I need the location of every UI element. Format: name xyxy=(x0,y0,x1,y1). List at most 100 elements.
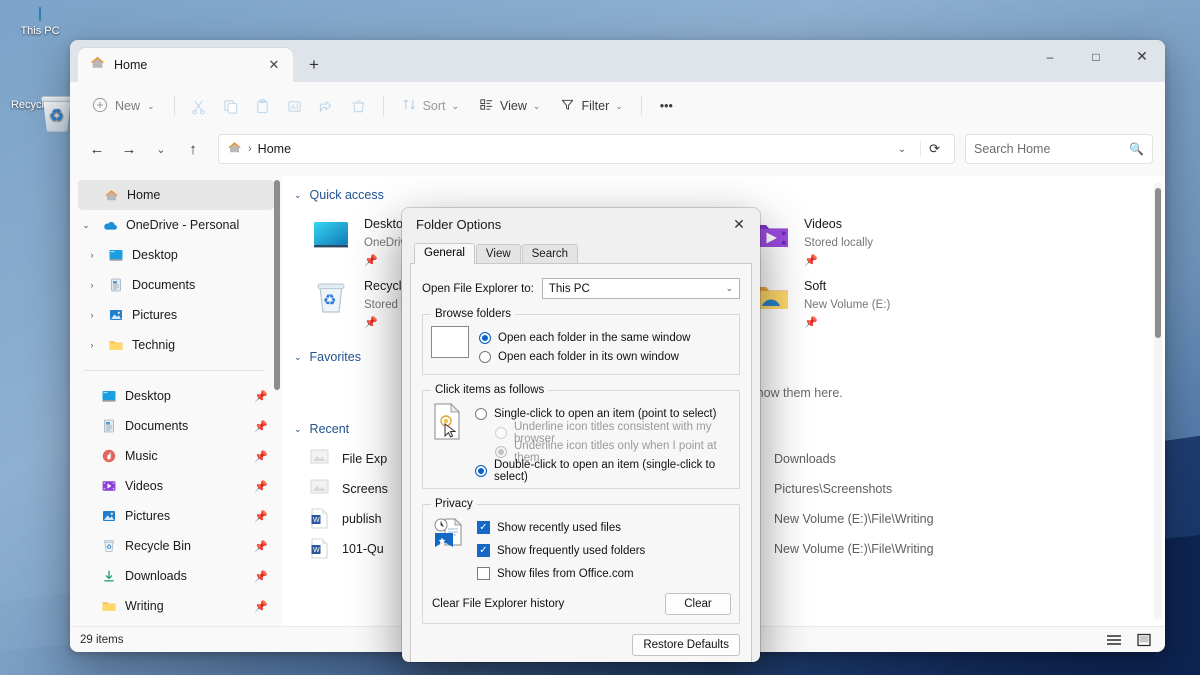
chevron-down-icon: ⌄ xyxy=(451,100,460,111)
sidebar-item-onedrive[interactable]: ⌄ OneDrive - Personal xyxy=(70,210,282,240)
option-label: Open each folder in its own window xyxy=(498,350,679,363)
sidebar-scrollbar-thumb[interactable] xyxy=(274,180,280,390)
sidebar-item-home[interactable]: Home xyxy=(78,180,274,210)
sidebar-item-label: Downloads xyxy=(125,569,187,583)
recent-locations-button[interactable]: ⌄ xyxy=(146,134,176,164)
up-button[interactable]: ↑ xyxy=(178,134,208,164)
sidebar-item-downloads[interactable]: Downloads 📌 xyxy=(70,561,282,591)
forward-button[interactable]: → xyxy=(114,134,144,164)
rename-icon[interactable]: A xyxy=(280,91,310,121)
sidebar-item-recycle-bin[interactable]: ♻ Recycle Bin 📌 xyxy=(70,531,282,561)
chevron-down-icon[interactable]: ⌄ xyxy=(294,424,302,435)
chevron-right-icon[interactable]: › xyxy=(84,250,100,260)
sidebar-item-desktop-od[interactable]: › Desktop xyxy=(70,240,282,270)
sidebar-item-videos[interactable]: Videos 📌 xyxy=(70,471,282,501)
pin-icon[interactable]: 📌 xyxy=(254,480,268,493)
pin-icon[interactable]: 📌 xyxy=(254,570,268,583)
overflow-menu-button[interactable]: ••• xyxy=(651,93,682,119)
new-button[interactable]: New ⌄ xyxy=(82,91,165,122)
details-view-icon[interactable] xyxy=(1103,630,1125,650)
refresh-icon[interactable]: ⟳ xyxy=(920,141,948,157)
large-icons-view-icon[interactable] xyxy=(1133,630,1155,650)
checkbox-icon[interactable] xyxy=(477,567,490,580)
sidebar-scrollbar[interactable] xyxy=(274,180,280,626)
sidebar-item-desktop[interactable]: Desktop 📌 xyxy=(70,381,282,411)
maximize-button[interactable]: □ xyxy=(1073,40,1119,73)
filter-button[interactable]: Filter ⌄ xyxy=(551,91,631,121)
copy-icon[interactable] xyxy=(216,91,246,121)
restore-defaults-button[interactable]: Restore Defaults xyxy=(632,634,740,656)
pin-icon: 📌 xyxy=(804,255,818,267)
radio-icon[interactable] xyxy=(475,407,487,420)
checkbox-recent-files[interactable]: ✓ Show recently used files xyxy=(477,518,731,537)
pin-icon[interactable]: 📌 xyxy=(254,540,268,553)
close-icon[interactable]: ✕ xyxy=(718,208,760,240)
tab-home[interactable]: Home ✕ xyxy=(78,48,293,82)
open-to-select[interactable]: This PC ⌄ xyxy=(541,278,740,299)
close-icon[interactable]: ✕ xyxy=(263,54,285,76)
sidebar-item-writing[interactable]: Writing 📌 xyxy=(70,591,282,621)
minimize-button[interactable]: – xyxy=(1027,40,1073,73)
radio-icon[interactable] xyxy=(475,464,487,477)
sidebar-item-pictures-od[interactable]: › Pictures xyxy=(70,300,282,330)
checkbox-frequent-folders[interactable]: ✓ Show frequently used folders xyxy=(477,541,731,560)
pin-icon[interactable]: 📌 xyxy=(254,420,268,433)
checkbox-office-files[interactable]: Show files from Office.com xyxy=(477,564,731,583)
tab-view[interactable]: View xyxy=(475,244,521,264)
chevron-right-icon[interactable]: › xyxy=(84,310,100,320)
option-own-window[interactable]: Open each folder in its own window xyxy=(479,347,731,366)
chevron-down-icon[interactable]: ⌄ xyxy=(78,220,94,231)
content-scrollbar[interactable] xyxy=(1154,182,1162,620)
pin-icon[interactable]: 📌 xyxy=(254,390,268,403)
chevron-down-icon[interactable]: ⌄ xyxy=(890,144,914,155)
checkbox-icon[interactable]: ✓ xyxy=(477,521,490,534)
sort-button[interactable]: Sort ⌄ xyxy=(393,91,468,121)
radio-icon[interactable] xyxy=(479,331,491,344)
clear-button[interactable]: Clear xyxy=(665,593,731,615)
view-label: View xyxy=(500,99,527,113)
new-tab-button[interactable]: + xyxy=(299,50,329,80)
pin-icon[interactable]: 📌 xyxy=(254,450,268,463)
view-button[interactable]: View ⌄ xyxy=(470,91,549,121)
browse-folders-group: Browse folders Open each folder in the s… xyxy=(422,308,740,375)
back-button[interactable]: ← xyxy=(82,134,112,164)
sidebar-item-label: Documents xyxy=(132,278,196,292)
desktop-icon-this-pc[interactable]: This PC xyxy=(6,7,74,38)
address-bar[interactable]: › Home ⌄ ⟳ xyxy=(218,134,955,164)
share-icon[interactable] xyxy=(312,91,342,121)
chevron-down-icon[interactable]: ⌄ xyxy=(294,352,302,363)
quick-access-tile[interactable]: Videos Stored locally 📌 xyxy=(750,210,970,272)
chevron-right-icon[interactable]: › xyxy=(84,340,100,350)
sidebar-item-music[interactable]: Music 📌 xyxy=(70,441,282,471)
sidebar-item-documents-od[interactable]: › Documents xyxy=(70,270,282,300)
cut-icon[interactable] xyxy=(184,91,214,121)
pin-icon[interactable]: 📌 xyxy=(254,510,268,523)
chevron-right-icon[interactable]: › xyxy=(84,280,100,290)
window-close-button[interactable]: ✕ xyxy=(1119,40,1165,73)
content-scrollbar-thumb[interactable] xyxy=(1155,188,1161,338)
sidebar-item-technig[interactable]: › Technig xyxy=(70,330,282,360)
open-file-explorer-to-row: Open File Explorer to: This PC ⌄ xyxy=(422,278,740,299)
pin-icon[interactable]: 📌 xyxy=(254,600,268,613)
paste-icon[interactable] xyxy=(248,91,278,121)
sidebar-item-pictures[interactable]: Pictures 📌 xyxy=(70,501,282,531)
checkbox-icon[interactable]: ✓ xyxy=(477,544,490,557)
recycle-bin-icon: ♻ xyxy=(310,276,352,318)
chevron-down-icon[interactable]: ⌄ xyxy=(294,190,302,201)
breadcrumb[interactable]: Home xyxy=(258,142,291,156)
search-input[interactable]: Search Home 🔍 xyxy=(965,134,1153,164)
tab-general[interactable]: General xyxy=(414,243,475,264)
sidebar-item-documents[interactable]: Documents 📌 xyxy=(70,411,282,441)
option-double-click[interactable]: Double-click to open an item (single-cli… xyxy=(475,459,731,483)
option-same-window[interactable]: Open each folder in the same window xyxy=(479,328,731,347)
radio-icon[interactable] xyxy=(479,350,491,363)
monitor-icon xyxy=(6,7,74,21)
desktop-icon-recycle-bin[interactable]: ♻ Recycle Bin xyxy=(6,95,74,132)
sort-label: Sort xyxy=(422,99,446,113)
tab-search[interactable]: Search xyxy=(521,244,579,264)
quick-access-tile[interactable]: Soft New Volume (E:) 📌 xyxy=(750,272,970,334)
delete-icon[interactable] xyxy=(344,91,374,121)
quick-access-header[interactable]: ⌄ Quick access xyxy=(282,176,1165,208)
svg-text:♻: ♻ xyxy=(106,543,112,551)
sidebar-item-label: Music xyxy=(125,449,158,463)
